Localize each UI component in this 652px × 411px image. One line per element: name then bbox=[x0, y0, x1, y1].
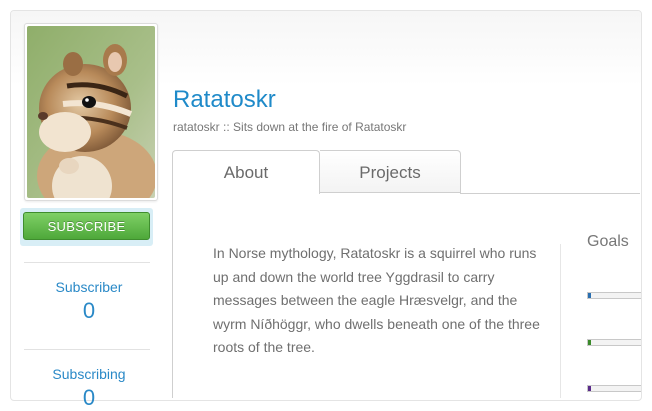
subscribe-button[interactable]: SUBSCRIBE bbox=[23, 212, 150, 240]
tab-projects[interactable]: Projects bbox=[320, 150, 461, 193]
subscriber-label: Subscriber bbox=[55, 279, 123, 295]
stats-divider bbox=[24, 262, 150, 263]
subscribe-container: SUBSCRIBE bbox=[20, 208, 153, 246]
goal-progress-bar bbox=[587, 385, 641, 392]
subscriber-count: 0 bbox=[82, 298, 96, 323]
avatar bbox=[24, 23, 158, 201]
profile-name: Ratatoskr bbox=[173, 86, 276, 113]
profile-tagline: ratatoskr :: Sits down at the fire of Ra… bbox=[173, 120, 407, 134]
subscribing-label: Subscribing bbox=[52, 366, 126, 382]
goal-progress-fill bbox=[588, 340, 592, 345]
chipmunk-avatar-image bbox=[27, 26, 155, 198]
goal-progress-fill bbox=[588, 293, 592, 298]
tab-about[interactable]: About bbox=[172, 150, 320, 194]
stats-divider bbox=[24, 349, 150, 350]
goal-progress-bar bbox=[587, 339, 641, 346]
goal-progress-bar bbox=[587, 292, 641, 299]
subscribing-stat[interactable]: Subscribing 0 bbox=[24, 366, 154, 411]
goals-divider bbox=[560, 244, 561, 398]
goal-progress-fill bbox=[588, 386, 592, 391]
subscribing-count: 0 bbox=[82, 385, 96, 410]
subscriber-stat[interactable]: Subscriber 0 bbox=[24, 279, 154, 324]
about-text: In Norse mythology, Ratatoskr is a squir… bbox=[213, 245, 540, 355]
goals-title: Goals bbox=[587, 233, 629, 250]
